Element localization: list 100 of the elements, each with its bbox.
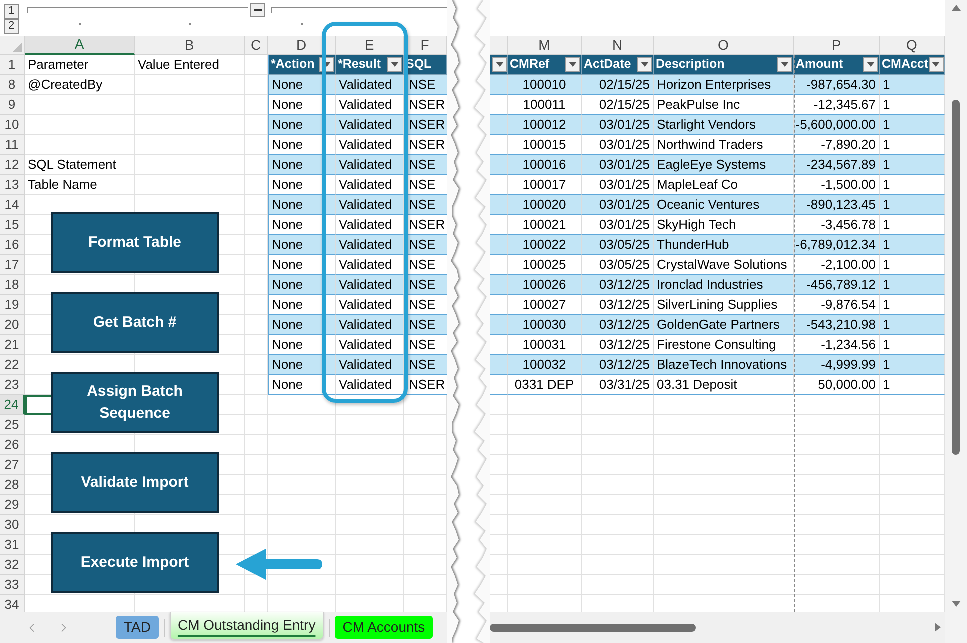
table-cell: 1 (880, 75, 945, 95)
row-header[interactable]: 31 (0, 535, 25, 555)
row-header[interactable]: 16 (0, 235, 25, 255)
scroll-up-arrow-icon[interactable] (952, 5, 960, 11)
macro-button[interactable]: Assign Batch Sequence (51, 372, 219, 433)
filter-button[interactable] (492, 57, 507, 72)
row-header[interactable]: 10 (0, 115, 25, 135)
row-header[interactable]: 23 (0, 375, 25, 395)
row-header[interactable]: 21 (0, 335, 25, 355)
row-header[interactable]: 17 (0, 255, 25, 275)
row-header[interactable]: 27 (0, 455, 25, 475)
macro-button[interactable]: Execute Import (51, 532, 219, 593)
table-cell (490, 275, 508, 295)
table-cell: MapleLeaf Co (654, 175, 794, 195)
column-header[interactable]: O (654, 36, 794, 55)
scrollbar-thumb[interactable] (490, 624, 696, 632)
table-cell: PeakPulse Inc (654, 95, 794, 115)
row-header[interactable]: 29 (0, 495, 25, 515)
dropdown-arrow-icon (390, 62, 398, 67)
table-cell: BlazeTech Innovations (654, 355, 794, 375)
table-cell: 100031 (508, 335, 582, 355)
column-title: Amount (796, 56, 844, 74)
filter-button[interactable] (863, 57, 878, 72)
column-header[interactable]: B (135, 36, 245, 55)
row-header[interactable]: 19 (0, 295, 25, 315)
table-cell: 100021 (508, 215, 582, 235)
scroll-down-arrow-icon[interactable] (952, 601, 960, 607)
column-header[interactable]: N (582, 36, 654, 55)
table-cell: None (268, 115, 336, 135)
row-header[interactable]: 30 (0, 515, 25, 535)
collapse-button[interactable] (250, 3, 265, 17)
row-header[interactable]: 33 (0, 575, 25, 595)
row-header[interactable]: 1 (0, 55, 25, 75)
scrollbar-thumb[interactable] (952, 100, 960, 455)
vertical-scrollbar[interactable] (945, 0, 967, 643)
table-cell: -4,999.99 (794, 355, 880, 375)
table-cell: -6,789,012.34 (794, 235, 880, 255)
row-header[interactable]: 9 (0, 95, 25, 115)
row-header[interactable]: 28 (0, 475, 25, 495)
row-header[interactable]: 12 (0, 155, 25, 175)
outline-level-button[interactable]: 2 (4, 19, 19, 34)
table-cell: 100020 (508, 195, 582, 215)
row-header[interactable]: 34 (0, 595, 25, 612)
table-cell (490, 155, 508, 175)
table-cell (490, 255, 508, 275)
column-title: Description (656, 56, 725, 74)
row-header[interactable]: 15 (0, 215, 25, 235)
sheet-tab[interactable]: CM Outstanding Entry (170, 612, 324, 640)
table-cell: 1 (880, 95, 945, 115)
row-header[interactable]: 24 (0, 395, 25, 415)
table-cell (490, 335, 508, 355)
macro-button[interactable]: Get Batch # (51, 292, 219, 353)
row-header[interactable]: 11 (0, 135, 25, 155)
horizontal-scrollbar[interactable] (490, 612, 945, 643)
column-title: *Result (338, 56, 382, 74)
table-cell: None (268, 95, 336, 115)
table-cell: 02/15/25 (582, 95, 654, 115)
outline-level-button[interactable]: 1 (4, 4, 19, 19)
filter-button[interactable] (928, 57, 944, 72)
macro-button[interactable]: Validate Import (51, 452, 219, 513)
table-cell: 1 (880, 295, 945, 315)
table-cell: 0331 DEP (508, 375, 582, 395)
scroll-right-arrow-icon[interactable] (935, 623, 941, 632)
table-cell (490, 195, 508, 215)
row-header[interactable]: 20 (0, 315, 25, 335)
row-header[interactable]: 22 (0, 355, 25, 375)
table-cell: 100027 (508, 295, 582, 315)
table-cell: SkyHigh Tech (654, 215, 794, 235)
table-cell: Firestone Consulting (654, 335, 794, 355)
sheet-cell-text: Value Entered (137, 56, 220, 74)
row-header[interactable]: 14 (0, 195, 25, 215)
sheet-tab[interactable]: TAD (116, 616, 159, 639)
row-header[interactable]: 13 (0, 175, 25, 195)
row-header[interactable]: 32 (0, 555, 25, 575)
dropdown-arrow-icon (866, 62, 874, 67)
column-header[interactable]: P (794, 36, 880, 55)
column-header[interactable]: Q (880, 36, 945, 55)
column-header[interactable]: E (336, 36, 404, 55)
table-cell: NSER (404, 375, 447, 395)
column-header[interactable]: M (508, 36, 582, 55)
table-cell: 1 (880, 335, 945, 355)
corner-triangle-icon (13, 43, 22, 52)
row-header[interactable]: 18 (0, 275, 25, 295)
table-cell: Validated (336, 155, 404, 175)
column-header[interactable]: D (268, 36, 336, 55)
filter-button[interactable] (637, 57, 652, 72)
row-header[interactable]: 25 (0, 415, 25, 435)
filter-button[interactable] (565, 57, 580, 72)
table-cell: -234,567.89 (794, 155, 880, 175)
column-header[interactable]: A (25, 36, 135, 55)
macro-button[interactable]: Format Table (51, 212, 219, 273)
table-cell: -543,210.98 (794, 315, 880, 335)
column-header[interactable]: C (245, 36, 268, 55)
table-cell: Northwind Traders (654, 135, 794, 155)
sheet-tab[interactable]: CM Accounts (334, 616, 434, 639)
row-header[interactable]: 8 (0, 75, 25, 95)
row-header[interactable]: 26 (0, 435, 25, 455)
table-cell: Validated (336, 235, 404, 255)
filter-button[interactable] (387, 57, 402, 72)
filter-button[interactable] (777, 57, 792, 72)
